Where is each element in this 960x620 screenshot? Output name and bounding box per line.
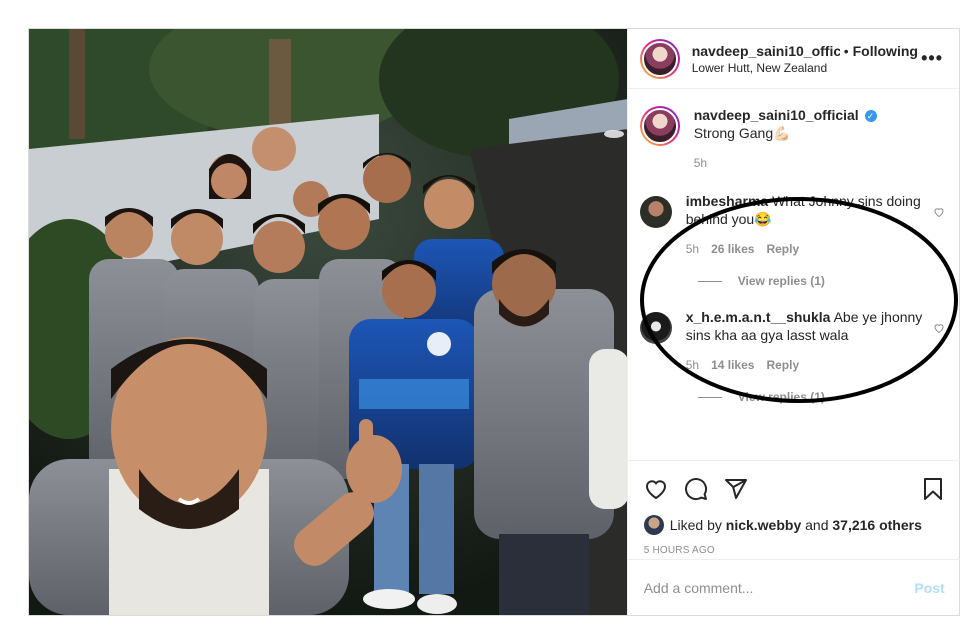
caption-username[interactable]: navdeep_saini10_official — [694, 107, 859, 123]
comment-meta: 5h 14 likes Reply — [686, 358, 923, 372]
comment-username[interactable]: imbesharma — [686, 193, 768, 209]
caption-time[interactable]: 5h — [694, 156, 707, 170]
view-replies-label: View replies (1) — [737, 390, 825, 404]
liked-by: Liked by nick.webby and 37,216 others — [643, 515, 945, 535]
liked-by-prefix: Liked by — [669, 517, 722, 533]
comments-list[interactable]: navdeep_saini10_official ✓ Strong Gang💪🏻… — [628, 90, 960, 460]
post-comment-button[interactable]: Post — [914, 580, 944, 596]
separator-dot: • — [843, 42, 849, 59]
comment-heart-icon[interactable] — [933, 322, 945, 334]
bookmark-icon[interactable] — [921, 477, 945, 501]
comment-username[interactable]: x_h.e.m.a.n.t__shukla — [686, 309, 831, 325]
add-comment-input[interactable] — [643, 579, 915, 596]
caption-text: Strong Gang💪🏻 — [693, 125, 791, 141]
heart-icon[interactable] — [644, 477, 668, 501]
header-line: navdeep_saini10_official • Following — [692, 43, 921, 59]
reply-button[interactable]: Reply — [766, 358, 799, 372]
comment-likes[interactable]: 26 likes — [711, 242, 754, 256]
replies-line — [697, 396, 722, 398]
comment-icon[interactable] — [684, 477, 708, 501]
reply-button[interactable]: Reply — [766, 242, 799, 256]
comment-time[interactable]: 5h — [686, 358, 699, 372]
post-sidebar: navdeep_saini10_official • Following Low… — [626, 29, 960, 615]
following-button[interactable]: Following — [853, 43, 918, 59]
commenter-avatar[interactable] — [639, 196, 672, 228]
author-avatar[interactable] — [639, 38, 680, 79]
post-actions: Liked by nick.webby and 37,216 others 5 … — [627, 460, 960, 556]
caption-meta: 5h — [694, 156, 923, 170]
caption: navdeep_saini10_official ✓ Strong Gang💪🏻… — [639, 106, 945, 170]
comment-text-block: x_h.e.m.a.n.t__shukla Abe ye jhonny sins… — [686, 308, 923, 344]
comment-body: x_h.e.m.a.n.t__shukla Abe ye jhonny sins… — [686, 308, 945, 372]
verified-badge-icon: ✓ — [864, 110, 877, 123]
post-photo[interactable] — [29, 29, 627, 615]
comment-meta: 5h 26 likes Reply — [686, 242, 923, 256]
comment-body: imbesharma What Johnny sins doing behind… — [686, 192, 945, 256]
add-comment-bar: Post — [627, 559, 960, 615]
header-text: navdeep_saini10_official • Following Low… — [692, 43, 921, 75]
author-username[interactable]: navdeep_saini10_official — [692, 43, 840, 59]
caption-author-avatar[interactable] — [639, 106, 680, 146]
comment-time[interactable]: 5h — [686, 242, 699, 256]
comment-item: x_h.e.m.a.n.t__shukla Abe ye jhonny sins… — [639, 308, 945, 372]
comment-item: imbesharma What Johnny sins doing behind… — [639, 192, 945, 256]
more-options-icon[interactable]: ••• — [921, 48, 943, 69]
share-icon[interactable] — [724, 477, 748, 501]
likes-count[interactable]: 37,216 others — [832, 517, 922, 533]
post-header: navdeep_saini10_official • Following Low… — [627, 29, 959, 89]
post-date[interactable]: 5 HOURS AGO — [644, 545, 945, 556]
caption-body: navdeep_saini10_official ✓ Strong Gang💪🏻… — [694, 106, 945, 170]
liked-by-middle: and — [805, 517, 829, 533]
action-row — [644, 469, 945, 509]
instagram-post: navdeep_saini10_official • Following Low… — [28, 28, 960, 616]
commenter-avatar[interactable] — [639, 312, 672, 344]
replies-line — [697, 280, 722, 282]
group-selfie-image — [29, 29, 627, 615]
comment-heart-icon[interactable] — [933, 206, 945, 218]
view-replies-button[interactable]: View replies (1) — [697, 274, 945, 288]
liker-username[interactable]: nick.webby — [726, 517, 801, 533]
comment-likes[interactable]: 14 likes — [711, 358, 754, 372]
caption-text-block: navdeep_saini10_official ✓ Strong Gang💪🏻 — [694, 106, 923, 142]
view-replies-button[interactable]: View replies (1) — [697, 390, 945, 404]
comment-text-block: imbesharma What Johnny sins doing behind… — [686, 192, 923, 228]
location-link[interactable]: Lower Hutt, New Zealand — [692, 61, 921, 75]
view-replies-label: View replies (1) — [737, 274, 825, 288]
liker-avatar[interactable] — [643, 515, 664, 535]
